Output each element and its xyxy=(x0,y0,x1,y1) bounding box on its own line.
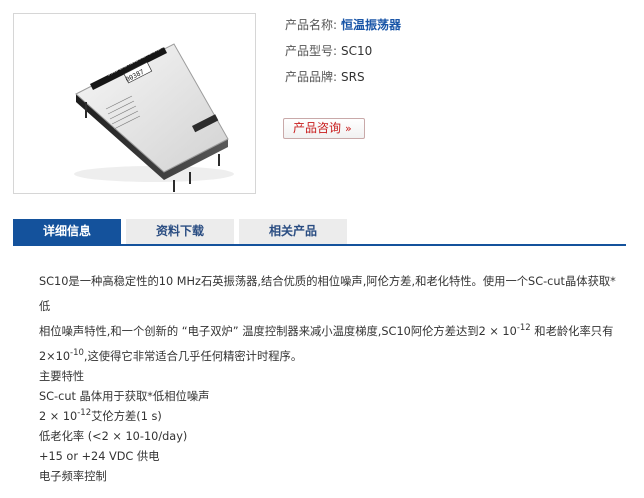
detail-tabs: 详细信息 资料下载 相关产品 xyxy=(13,219,626,246)
product-description: SC10是一种高稳定性的10 MHz石英振荡器,结合优质的相位噪声,阿伦方差,和… xyxy=(39,269,619,369)
product-image: STANFORD RESEARCH SYSTEMS 00387 xyxy=(13,13,256,194)
product-consult-button[interactable]: 产品咨询» xyxy=(283,118,365,139)
double-chevron-right-icon: » xyxy=(345,122,352,135)
description-line-3-text: 2×10 xyxy=(39,350,71,363)
tab-underline xyxy=(13,244,626,246)
description-line-2-exponent: -12 xyxy=(516,323,531,333)
tab-downloads[interactable]: 资料下载 xyxy=(126,219,234,244)
key-features: 主要特性 SC-cut 晶体用于获取*低相位噪声 2 × 10-12艾伦方差(1… xyxy=(39,367,209,487)
product-model-row: 产品型号: SC10 xyxy=(285,43,401,69)
product-name-value[interactable]: 恒温振荡器 xyxy=(341,18,401,32)
feature-item: SC-cut 晶体用于获取*低相位噪声 xyxy=(39,390,210,403)
tab-details[interactable]: 详细信息 xyxy=(13,219,121,244)
product-name-row: 产品名称: 恒温振荡器 xyxy=(285,17,401,43)
product-brand-label: 产品品牌: xyxy=(285,70,338,84)
description-line-2-tail: 和老龄化率只有 xyxy=(530,325,614,338)
feature-item-allan-variance: 2 × 10-12艾伦方差(1 s) xyxy=(39,407,209,427)
feature-item-2-exponent: -12 xyxy=(77,408,92,418)
description-line-3: 2×10-10,这使得它非常适合几乎任何精密计时程序。 xyxy=(39,344,619,369)
tab-related-products[interactable]: 相关产品 xyxy=(239,219,347,244)
features-title: 主要特性 xyxy=(39,370,85,383)
product-name-label: 产品名称: xyxy=(285,18,338,32)
description-line-3-exponent: -10 xyxy=(70,348,84,358)
product-brand-value: SRS xyxy=(341,70,365,84)
description-line-2: 相位噪声特性,和一个创新的 “电子双炉” 温度控制器来减小温度梯度,SC10阿伦… xyxy=(39,319,619,344)
product-model-value: SC10 xyxy=(341,44,373,58)
consult-button-label: 产品咨询 xyxy=(293,121,342,135)
feature-item: 低老化率 (<2 × 10-10/day) xyxy=(39,430,188,443)
product-info: 产品名称: 恒温振荡器 产品型号: SC10 产品品牌: SRS xyxy=(285,17,401,95)
feature-item-2-tail: 艾伦方差(1 s) xyxy=(91,410,162,423)
feature-item-2-text: 2 × 10 xyxy=(39,410,78,423)
feature-item: +15 or +24 VDC 供电 xyxy=(39,450,160,463)
oscillator-illustration: STANFORD RESEARCH SYSTEMS 00387 xyxy=(74,43,234,192)
product-brand-row: 产品品牌: SRS xyxy=(285,69,401,95)
product-model-label: 产品型号: xyxy=(285,44,338,58)
description-line-1: SC10是一种高稳定性的10 MHz石英振荡器,结合优质的相位噪声,阿伦方差,和… xyxy=(39,275,616,313)
feature-item: 电子频率控制 xyxy=(39,470,107,483)
description-line-3-tail: ,这使得它非常适合几乎任何精密计时程序。 xyxy=(83,350,303,363)
description-line-2-text: 相位噪声特性,和一个创新的 “电子双炉” 温度控制器来减小温度梯度,SC10阿伦… xyxy=(39,325,517,338)
